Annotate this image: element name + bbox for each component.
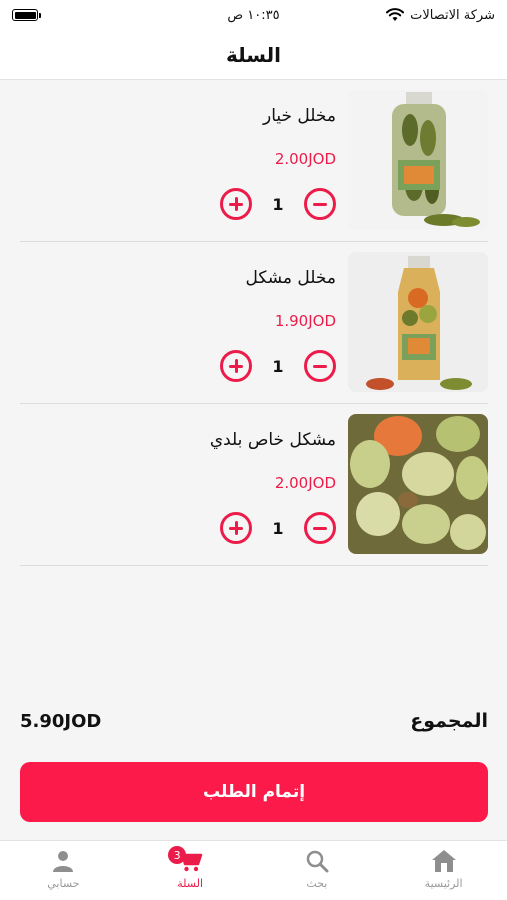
tab-label: السلة <box>177 877 203 890</box>
battery-icon <box>12 9 41 21</box>
cart-item: مخلل خيار 2.00JOD 1 <box>20 80 488 242</box>
quantity-value: 1 <box>272 194 284 214</box>
product-image[interactable] <box>348 90 488 230</box>
plus-icon[interactable] <box>220 512 252 544</box>
carrier-info: شركة الاتصالات <box>386 8 495 23</box>
home-icon <box>431 850 456 872</box>
tab-bar: حسابي 3 السلة بحث الرئيسية <box>0 840 507 900</box>
cart-item: مشكل خاص بلدي 2.00JOD 1 <box>20 404 488 566</box>
item-name: مشكل خاص بلدي <box>209 430 336 450</box>
item-name: مخلل خيار <box>262 106 336 126</box>
tab-account[interactable]: حسابي <box>0 841 127 900</box>
tab-search[interactable]: بحث <box>254 841 381 900</box>
person-icon <box>53 851 74 872</box>
product-image[interactable] <box>348 252 488 392</box>
status-time: ١٠:٣٥ ص <box>227 7 280 23</box>
minus-icon[interactable] <box>304 512 336 544</box>
tab-home[interactable]: الرئيسية <box>380 841 507 900</box>
item-price: 1.90JOD <box>274 312 336 330</box>
total-amount: 5.90JOD <box>20 710 102 732</box>
cart-item: مخلل مشكل 1.90JOD 1 <box>20 242 488 404</box>
search-icon <box>306 850 329 873</box>
quantity-stepper: 1 <box>220 512 336 544</box>
wifi-icon <box>386 8 405 21</box>
minus-icon[interactable] <box>304 188 336 220</box>
header: السلة <box>0 30 507 80</box>
quantity-stepper: 1 <box>220 350 336 382</box>
tab-label: الرئيسية <box>424 877 463 890</box>
quantity-value: 1 <box>272 518 284 538</box>
quantity-value: 1 <box>272 356 284 376</box>
total-label: المجموع <box>410 710 488 732</box>
total-row: 5.90JOD المجموع <box>20 705 488 737</box>
quantity-stepper: 1 <box>220 188 336 220</box>
cart-count-badge: 3 <box>168 846 187 864</box>
status-bar: ١٠:٣٥ ص شركة الاتصالات <box>0 0 507 30</box>
minus-icon[interactable] <box>304 350 336 382</box>
checkout-button[interactable]: إتمام الطلب <box>20 762 488 822</box>
page-title: السلة <box>225 42 281 67</box>
plus-icon[interactable] <box>220 350 252 382</box>
tab-label: حسابي <box>47 877 80 890</box>
item-price: 2.00JOD <box>274 474 336 492</box>
item-name: مخلل مشكل <box>245 268 336 288</box>
product-image[interactable] <box>348 414 488 554</box>
carrier-name: شركة الاتصالات <box>410 7 495 23</box>
tab-label: بحث <box>306 877 328 890</box>
cart-list: مخلل خيار 2.00JOD 1 مخلل مشكل 1.90JOD 1 … <box>20 80 488 566</box>
tab-cart[interactable]: 3 السلة <box>127 841 254 900</box>
checkout-label: إتمام الطلب <box>202 782 306 802</box>
item-price: 2.00JOD <box>274 150 336 168</box>
plus-icon[interactable] <box>220 188 252 220</box>
